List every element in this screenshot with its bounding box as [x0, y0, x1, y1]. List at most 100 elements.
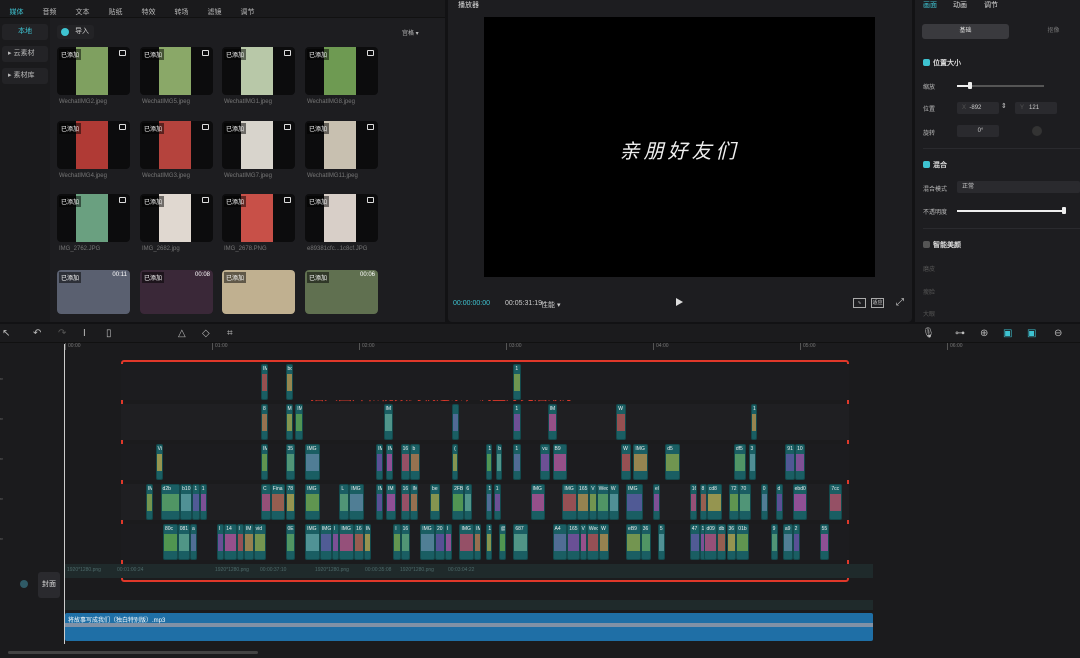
timeline-clip[interactable]: @ — [498, 524, 506, 560]
timeline-clip[interactable]: IMG — [530, 484, 546, 520]
timeline-clip[interactable]: 1 — [192, 484, 200, 520]
timeline-clip[interactable]: M — [285, 404, 293, 440]
timeline-clip[interactable]: 01b — [736, 524, 749, 560]
nav-tab[interactable]: 滤镜 — [198, 0, 231, 17]
timeline-clip[interactable]: d — [775, 484, 783, 520]
waveform-icon[interactable]: ∿ — [853, 298, 866, 308]
timeline-clip[interactable]: 16 — [400, 524, 411, 560]
media-thumbnail[interactable]: 已添加 — [222, 194, 295, 242]
segment-basic[interactable]: 基础 — [922, 24, 1009, 39]
tab-picture[interactable]: 画面 — [923, 0, 937, 10]
track-icon[interactable]: ▫ — [0, 536, 2, 543]
select-tool-icon[interactable]: ↖ — [2, 328, 10, 339]
crop-icon[interactable]: ⌗ — [227, 328, 233, 339]
timeline-clip[interactable]: I — [444, 524, 453, 560]
media-thumbnail[interactable]: 已添加 — [305, 121, 378, 169]
playhead[interactable] — [64, 344, 65, 644]
nav-tab[interactable]: 音频 — [33, 0, 66, 17]
timeline-clip[interactable]: IM — [385, 444, 394, 480]
timeline-clip[interactable]: 081 — [177, 524, 190, 560]
timeline-clip[interactable]: V — [579, 524, 587, 560]
timeline-clip[interactable]: Fina — [270, 484, 286, 520]
track-icon[interactable]: ▫ — [0, 456, 2, 463]
timeline-clip[interactable]: W — [621, 444, 631, 480]
timeline-clip[interactable]: 1 — [513, 444, 521, 480]
main-track[interactable]: 1920*1280.png 00:01:00:24 1920*1280.png 00:… — [65, 564, 873, 578]
link-icon[interactable]: ⊶ — [955, 328, 965, 339]
zoom-out-icon[interactable]: ⊖ — [1054, 328, 1062, 339]
timeline-clip[interactable]: 8 — [261, 404, 269, 440]
timeline-clip[interactable]: V — [589, 484, 597, 520]
timeline-clip[interactable]: IM — [261, 444, 269, 480]
timeline-clip[interactable]: 36 — [640, 524, 651, 560]
checkbox-icon[interactable] — [923, 161, 930, 168]
timeline-clip[interactable]: IMG — [305, 444, 320, 480]
blend-mode-select[interactable]: 正常 — [957, 181, 1080, 193]
sidebar-item[interactable]: ▸ 素材库 — [2, 68, 48, 84]
timeline-clip[interactable]: IM — [243, 524, 254, 560]
timeline-clip[interactable]: 78 — [285, 484, 296, 520]
timeline-clip[interactable]: 3 — [748, 444, 756, 480]
timeline-clip[interactable]: W — [616, 404, 627, 440]
performance-select[interactable]: 性能 ▾ — [541, 300, 560, 310]
timeline-clip[interactable]: IM — [474, 524, 482, 560]
rotate-field[interactable]: 0° — [957, 125, 999, 137]
media-thumbnail[interactable]: 已添加 — [140, 194, 213, 242]
timeline-clip[interactable]: 72 — [728, 484, 739, 520]
timeline-clip[interactable]: cd8 — [706, 484, 722, 520]
checkbox-icon[interactable] — [923, 241, 930, 248]
opacity-slider[interactable] — [957, 207, 1066, 214]
timeline-clip[interactable]: C — [261, 484, 271, 520]
y-field[interactable]: Y 121 — [1015, 102, 1057, 114]
timeline-clip[interactable]: 70 — [738, 484, 751, 520]
timeline-clip[interactable]: vid — [253, 524, 266, 560]
timeline-clip[interactable]: IM — [261, 364, 269, 400]
timeline-clip[interactable]: 1 — [513, 404, 521, 440]
timeline-clip[interactable]: 6 — [464, 484, 472, 520]
fullscreen-icon[interactable]: ⤢ — [896, 297, 904, 308]
timeline-clip[interactable]: L — [339, 484, 350, 520]
timeline-clip[interactable]: d2b — [160, 484, 181, 520]
scale-knob[interactable] — [968, 82, 973, 89]
timeline-clip[interactable]: IM — [547, 404, 558, 440]
nav-tab[interactable]: 特效 — [132, 0, 165, 17]
timeline-clip[interactable]: eB9 — [626, 524, 641, 560]
timeline-clip[interactable]: 0E — [285, 524, 296, 560]
media-thumbnail[interactable]: 已添加 — [222, 270, 295, 314]
timeline-clip[interactable]: IMG — [305, 484, 320, 520]
timeline-clip[interactable]: b — [496, 444, 503, 480]
media-thumbnail[interactable]: 已添加 00:08 — [140, 270, 213, 314]
media-thumbnail[interactable]: 已添加 00:11 — [57, 270, 130, 314]
timeline-clip[interactable]: IM — [383, 404, 394, 440]
audio-clip[interactable]: 将故事写成我们（独白特别版）.mp3 — [65, 613, 873, 641]
timeline-clip[interactable]: 80c — [163, 524, 178, 560]
opacity-knob[interactable] — [1062, 207, 1066, 214]
timeline-clip[interactable]: 1 — [751, 404, 757, 440]
timeline-clip[interactable]: I — [216, 524, 225, 560]
timeline-clip[interactable]: b10 — [180, 484, 193, 520]
timeline-clip[interactable]: be — [430, 484, 440, 520]
timeline-clip[interactable]: 165 — [577, 484, 590, 520]
main-track-toggle-icon[interactable] — [20, 580, 28, 588]
timeline-clip[interactable]: 1 — [493, 484, 502, 520]
timeline-clip[interactable]: 16 — [354, 524, 364, 560]
timeline-clip[interactable]: 10 — [795, 444, 805, 480]
main-track-magnet-icon[interactable]: ▣ — [1003, 328, 1012, 339]
timeline-clip[interactable]: d09 — [704, 524, 717, 560]
media-thumbnail[interactable]: 已添加 — [305, 47, 378, 95]
timeline-clip[interactable]: IM — [376, 444, 384, 480]
snap-icon[interactable]: ⊕ — [980, 328, 988, 339]
preview-axis-icon[interactable]: ▣ — [1027, 328, 1036, 339]
timeline-clip[interactable]: 16 — [400, 444, 411, 480]
media-thumbnail[interactable]: 已添加 — [57, 194, 130, 242]
sidebar-item[interactable]: 本地 — [2, 24, 48, 40]
rotate-icon[interactable]: ◇ — [202, 328, 210, 339]
track-icon[interactable]: ▫ — [0, 376, 2, 383]
track-icon[interactable]: ▫ — [0, 496, 2, 503]
timeline-clip[interactable]: 47 — [689, 524, 700, 560]
undo-icon[interactable]: ↶ — [33, 328, 41, 339]
timeline-clip[interactable]: Wec — [596, 484, 609, 520]
timeline-clip[interactable]: Wec — [586, 524, 600, 560]
horizontal-scrollbar[interactable] — [8, 651, 258, 654]
timeline-clip[interactable]: db — [716, 524, 727, 560]
